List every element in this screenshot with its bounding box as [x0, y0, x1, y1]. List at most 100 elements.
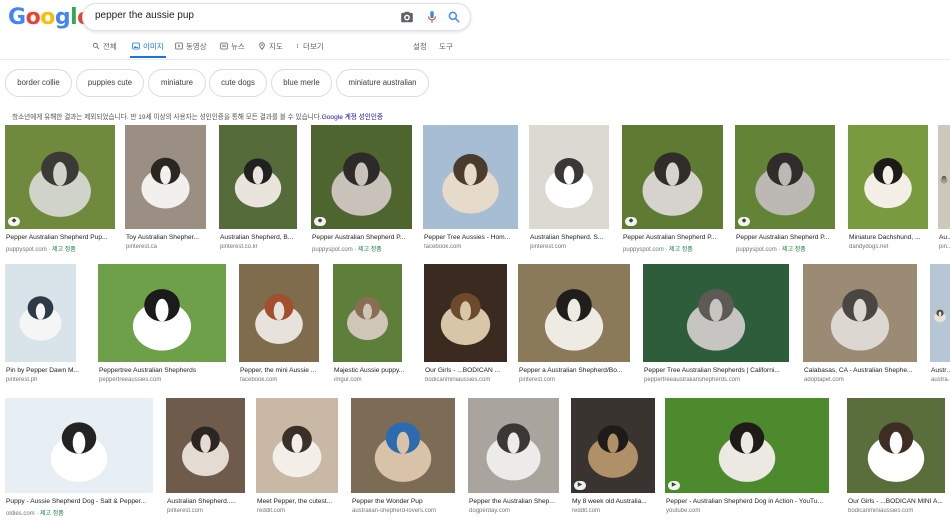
- image-result[interactable]: Majestic Aussie puppy... imgur.com: [333, 264, 404, 388]
- image-result[interactable]: Calabasas, CA - Australian Shephe... adop…: [803, 264, 917, 388]
- image-result[interactable]: ◆ Pepper Australian Shepherd P... puppyspo…: [735, 125, 835, 255]
- result-thumbnail[interactable]: [351, 398, 455, 493]
- image-result[interactable]: ▶ Pepper - Australian Shepherd Dog in Act…: [665, 398, 829, 519]
- result-thumbnail[interactable]: [847, 398, 945, 493]
- result-thumbnail[interactable]: [571, 398, 655, 493]
- result-caption[interactable]: Peppertree Australian Shepherds: [99, 367, 231, 374]
- result-caption[interactable]: Pin by Pepper Dawn M...: [6, 367, 81, 374]
- image-result[interactable]: Pin by Pepper Dawn M... pinterest.ph: [5, 264, 79, 388]
- image-result[interactable]: Pepper, the mini Aussie ... facebook.com: [239, 264, 319, 388]
- result-thumbnail[interactable]: [5, 125, 115, 229]
- result-thumbnail[interactable]: [622, 125, 723, 229]
- tab-news[interactable]: 뉴스: [220, 41, 245, 57]
- google-logo[interactable]: Google: [8, 5, 92, 30]
- result-thumbnail[interactable]: [423, 125, 518, 229]
- tools-link[interactable]: 도구: [439, 41, 453, 57]
- result-caption[interactable]: Pepper Tree Aussies - Hom...: [424, 234, 523, 241]
- result-thumbnail[interactable]: [239, 264, 319, 362]
- result-caption[interactable]: Majestic Aussie puppy...: [334, 367, 407, 374]
- result-thumbnail[interactable]: [424, 264, 507, 362]
- image-result[interactable]: Pepper a Australian Shepherd/Bo... pinter…: [518, 264, 630, 388]
- result-thumbnail[interactable]: [848, 125, 928, 229]
- result-caption[interactable]: Calabasas, CA - Australian Shephe...: [804, 367, 922, 374]
- chip-miniature[interactable]: miniature: [148, 69, 206, 97]
- image-result[interactable]: ▶ My 8 week old Australia... reddit.com: [571, 398, 655, 519]
- image-result[interactable]: Puppy - Aussie Shepherd Dog - Salt & Pep…: [5, 398, 153, 519]
- result-thumbnail[interactable]: [665, 398, 829, 493]
- result-caption[interactable]: Our Girls - ...BODICAN MINI A...: [848, 498, 950, 505]
- tab-maps[interactable]: 지도: [258, 41, 283, 57]
- tab-more[interactable]: 더보기: [295, 41, 324, 57]
- image-result[interactable]: Au... pin...: [938, 125, 950, 255]
- result-caption[interactable]: Pepper - Australian Shepherd Dog in Acti…: [666, 498, 834, 505]
- result-thumbnail[interactable]: [256, 398, 338, 493]
- chip-blue-merle[interactable]: blue merle: [271, 69, 332, 97]
- result-thumbnail[interactable]: [529, 125, 609, 229]
- image-result[interactable]: Austra... austra...: [930, 264, 950, 388]
- result-caption[interactable]: Pepper Tree Australian Shepherds | Calif…: [644, 367, 794, 374]
- image-result[interactable]: Pepper the Australian Shep... dogperday.c…: [468, 398, 559, 519]
- result-caption[interactable]: Pepper the Wonder Pup: [352, 498, 460, 505]
- search-icon[interactable]: [447, 10, 461, 24]
- result-thumbnail[interactable]: [930, 264, 950, 362]
- result-thumbnail[interactable]: [5, 264, 76, 362]
- image-result[interactable]: Pepper Tree Australian Shepherds | Calif…: [643, 264, 789, 388]
- result-thumbnail[interactable]: [98, 264, 226, 362]
- result-caption[interactable]: Australian Shepherd, B...: [220, 234, 302, 241]
- tab-images[interactable]: 이미지: [132, 41, 164, 57]
- result-caption[interactable]: Pepper a Australian Shepherd/Bo...: [519, 367, 635, 374]
- result-thumbnail[interactable]: [219, 125, 297, 229]
- chip-miniature-australian[interactable]: miniature australian: [336, 69, 429, 97]
- result-caption[interactable]: Pepper Australian Shepherd P...: [623, 234, 728, 241]
- result-caption[interactable]: Australian Shepherd.....: [167, 498, 250, 505]
- result-caption[interactable]: Puppy - Aussie Shepherd Dog - Salt & Pep…: [6, 498, 158, 505]
- search-input[interactable]: pepper the aussie pup: [95, 10, 194, 21]
- tab-all[interactable]: 전체: [92, 41, 117, 57]
- settings-link[interactable]: 설정: [413, 41, 427, 57]
- result-thumbnail[interactable]: [125, 125, 206, 229]
- result-thumbnail[interactable]: [333, 264, 402, 362]
- result-thumbnail[interactable]: [468, 398, 559, 493]
- image-result[interactable]: Toy Australian Shepher... pinterest.ca: [125, 125, 206, 255]
- image-result[interactable]: ◆ Pepper Australian Shepherd Pup... puppys…: [5, 125, 115, 255]
- result-caption[interactable]: Pepper Australian Shepherd P...: [736, 234, 840, 241]
- image-result[interactable]: Our Girls - ...BODICAN MINI A... bodicanm…: [847, 398, 945, 519]
- result-thumbnail[interactable]: [735, 125, 835, 229]
- image-result[interactable]: Our Girls - ...BODICAN ... bodicanminiaus…: [424, 264, 507, 388]
- result-thumbnail[interactable]: [518, 264, 630, 362]
- result-thumbnail[interactable]: [803, 264, 917, 362]
- image-result[interactable]: ◆ Pepper Australian Shepherd P... puppyspo…: [622, 125, 723, 255]
- result-thumbnail[interactable]: [938, 125, 950, 229]
- result-caption[interactable]: Miniature Dachshund, ...: [849, 234, 933, 241]
- result-caption[interactable]: Our Girls - ...BODICAN ...: [425, 367, 512, 374]
- image-result[interactable]: Meet Pepper, the cutest... reddit.com: [256, 398, 338, 519]
- image-result[interactable]: Peppertree Australian Shepherds peppertre…: [98, 264, 226, 388]
- search-box[interactable]: pepper the aussie pup: [82, 3, 471, 31]
- result-thumbnail[interactable]: [5, 398, 153, 493]
- chip-puppies-cute[interactable]: puppies cute: [76, 69, 144, 97]
- result-caption[interactable]: Au...: [939, 234, 950, 241]
- result-caption[interactable]: Pepper, the mini Aussie ...: [240, 367, 324, 374]
- image-result[interactable]: Pepper the Wonder Pup australian-shepherd…: [351, 398, 455, 519]
- result-thumbnail[interactable]: [643, 264, 789, 362]
- image-result[interactable]: Australian Shepherd, B... pinterest.co.kr: [219, 125, 297, 255]
- camera-icon[interactable]: [400, 10, 414, 24]
- result-caption[interactable]: Pepper Australian Shepherd P...: [312, 234, 417, 241]
- image-result[interactable]: Australian Shepherd. S... pinterest.com: [529, 125, 609, 255]
- adult-verification-link[interactable]: Google 계정 성인인증: [322, 114, 383, 121]
- chip-border-collie[interactable]: border collie: [5, 69, 72, 97]
- result-caption[interactable]: Pepper the Australian Shep...: [469, 498, 564, 505]
- image-result[interactable]: ◆ Pepper Australian Shepherd P... puppyspo…: [311, 125, 412, 255]
- chip-cute-dogs[interactable]: cute dogs: [209, 69, 267, 97]
- result-caption[interactable]: Austra...: [931, 367, 950, 374]
- result-thumbnail[interactable]: [166, 398, 245, 493]
- mic-icon[interactable]: [425, 10, 439, 24]
- result-thumbnail[interactable]: [311, 125, 412, 229]
- result-caption[interactable]: Pepper Australian Shepherd Pup...: [6, 234, 120, 241]
- tab-videos[interactable]: 동영상: [175, 41, 207, 57]
- image-result[interactable]: Australian Shepherd..... pinterest.com: [166, 398, 245, 519]
- result-caption[interactable]: Meet Pepper, the cutest...: [257, 498, 343, 505]
- image-result[interactable]: Miniature Dachshund, ... dandydogs.net: [848, 125, 928, 255]
- result-caption[interactable]: My 8 week old Australia...: [572, 498, 660, 505]
- result-caption[interactable]: Toy Australian Shepher...: [126, 234, 211, 241]
